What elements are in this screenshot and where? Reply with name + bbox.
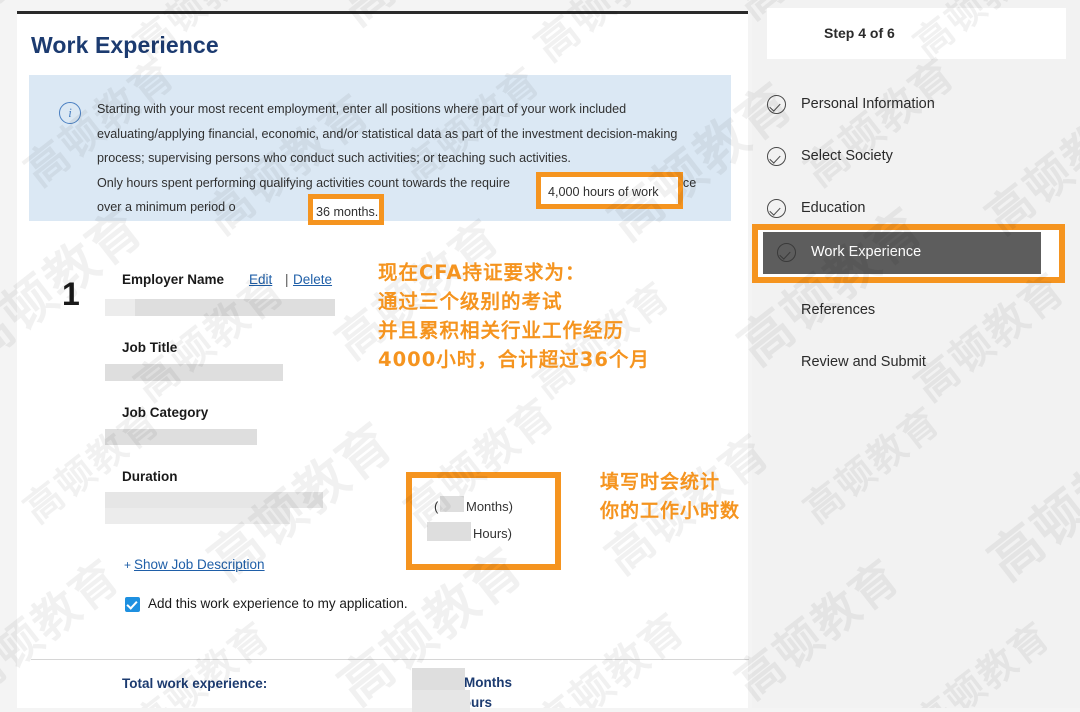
sidebar-item-label: References <box>801 302 875 318</box>
sidebar-item-education[interactable]: Education <box>767 190 1066 228</box>
check-circle-icon <box>767 147 786 166</box>
sidebar-item-select-society[interactable]: Select Society <box>767 138 1066 176</box>
page-title: Work Experience <box>31 32 219 59</box>
employer-name-label: Employer Name <box>122 272 224 287</box>
total-months-value-redacted <box>412 668 465 690</box>
duration-value-redacted-1 <box>105 492 323 508</box>
total-hours-value-redacted <box>412 690 470 712</box>
step-counter-box: Step 4 of 6 <box>767 8 1066 59</box>
highlight-text-hours: 4,000 hours of work <box>548 186 659 199</box>
add-experience-checkbox[interactable] <box>125 597 140 612</box>
info-paragraph-1: Starting with your most recent employmen… <box>97 97 702 171</box>
duration-months-value-redacted <box>440 496 464 512</box>
sidebar-item-personal-information[interactable]: Personal Information <box>767 86 1066 124</box>
edit-link[interactable]: Edit <box>249 272 272 287</box>
sidebar-item-work-experience[interactable]: Work Experience <box>763 232 1041 274</box>
show-job-description-link[interactable]: Show Job Description <box>134 557 265 572</box>
duration-summary-highlight-box: ( Months) Hours) <box>406 472 561 570</box>
job-title-label: Job Title <box>122 340 177 355</box>
annotation-note-1: 现在CFA持证要求为： 通过三个级别的考试 并且累积相关行业工作经历 4000小… <box>378 258 650 374</box>
steps-panel: Step 4 of 6 Personal Information Select … <box>752 0 1080 708</box>
section-divider <box>31 659 749 660</box>
step-counter-text: Step 4 of 6 <box>824 25 895 41</box>
sidebar-item-label: Select Society <box>801 148 893 164</box>
employer-name-value-redacted <box>105 299 335 316</box>
duration-months-label: Months) <box>466 499 513 514</box>
job-title-value-redacted <box>105 364 283 381</box>
sidebar-item-label: Review and Submit <box>801 354 926 370</box>
link-separator: | <box>285 272 289 287</box>
sidebar-item-label: Personal Information <box>801 96 935 112</box>
sidebar-item-label: Work Experience <box>811 244 921 260</box>
duration-open-paren: ( <box>434 499 438 514</box>
check-circle-icon <box>777 243 796 262</box>
entry-number: 1 <box>62 276 80 313</box>
delete-link[interactable]: Delete <box>293 272 332 287</box>
sidebar-item-label: Education <box>801 200 866 216</box>
job-category-value-redacted <box>105 429 257 445</box>
highlight-text-months: 36 months. <box>316 206 378 219</box>
employer-name-value-redacted-2 <box>105 299 135 316</box>
job-category-label: Job Category <box>122 405 208 420</box>
annotation-note-2: 填写时会统计 你的工作小时数 <box>600 468 740 526</box>
duration-label: Duration <box>122 469 178 484</box>
info-circle-icon: i <box>59 102 81 124</box>
duration-value-redacted-2 <box>105 508 290 524</box>
add-experience-checkbox-label: Add this work experience to my applicati… <box>148 596 408 611</box>
duration-hours-label: Hours) <box>473 526 512 541</box>
total-work-experience-label: Total work experience: <box>122 676 267 691</box>
info-paragraph-2-prefix: Only hours spent performing qualifying a… <box>97 176 510 190</box>
show-job-description-plus-icon[interactable]: + <box>124 558 131 572</box>
total-months-label: Months <box>464 675 512 690</box>
sidebar-item-review-and-submit[interactable]: Review and Submit <box>767 344 1066 382</box>
check-circle-icon <box>767 199 786 218</box>
sidebar-item-references[interactable]: References <box>767 292 1066 330</box>
check-circle-icon <box>767 95 786 114</box>
duration-hours-value-redacted <box>427 522 471 541</box>
